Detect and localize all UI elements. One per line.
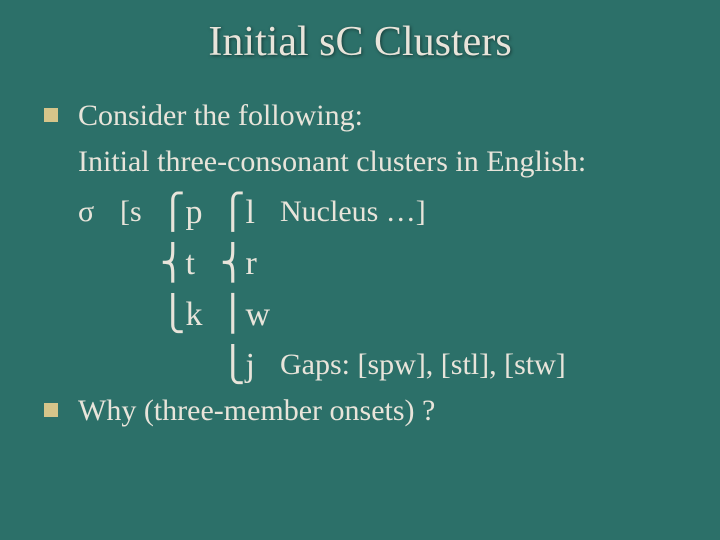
table-row: ⎩k ⎪w bbox=[78, 287, 680, 338]
table-row: ⎩j Gaps: [spw], [stl], [stw] bbox=[78, 338, 680, 389]
slide-body: Consider the following: Initial three-co… bbox=[40, 94, 680, 433]
rest-cell: Gaps: [spw], [stl], [stw] bbox=[280, 342, 680, 387]
c2-cell: ⎨r bbox=[220, 236, 280, 287]
bullet-item-1: Consider the following: bbox=[44, 94, 680, 138]
bullet2-text: Why (three-member onsets) ? bbox=[78, 389, 680, 433]
bullet1-line2: Initial three-consonant clusters in Engl… bbox=[78, 140, 680, 184]
table-row: ⎨t ⎨r bbox=[78, 236, 680, 287]
open-bracket: [s bbox=[120, 189, 160, 234]
slide-title: Initial sC Clusters bbox=[40, 18, 680, 66]
c1-cell: ⎧p bbox=[160, 185, 220, 236]
bullet1-line1: Consider the following: bbox=[78, 94, 680, 138]
c1-cell: ⎨t bbox=[160, 236, 220, 287]
bullet-item-2: Why (three-member onsets) ? bbox=[44, 389, 680, 433]
rest-cell: Nucleus …] bbox=[280, 189, 680, 234]
bullet-icon bbox=[44, 108, 58, 122]
bullet-icon bbox=[44, 403, 58, 417]
c2-cell: ⎩j bbox=[220, 338, 280, 389]
c2-cell: ⎧l bbox=[220, 185, 280, 236]
bullet1-line2-row: Initial three-consonant clusters in Engl… bbox=[44, 140, 680, 184]
sigma-label: σ bbox=[78, 189, 120, 234]
slide: Initial sC Clusters Consider the followi… bbox=[0, 0, 720, 540]
table-row: σ [s ⎧p ⎧l Nucleus …] bbox=[78, 185, 680, 236]
c1-cell: ⎩k bbox=[160, 287, 220, 338]
cluster-table: σ [s ⎧p ⎧l Nucleus …] ⎨t ⎨r ⎩k ⎪w bbox=[44, 185, 680, 389]
c2-cell: ⎪w bbox=[220, 287, 280, 338]
